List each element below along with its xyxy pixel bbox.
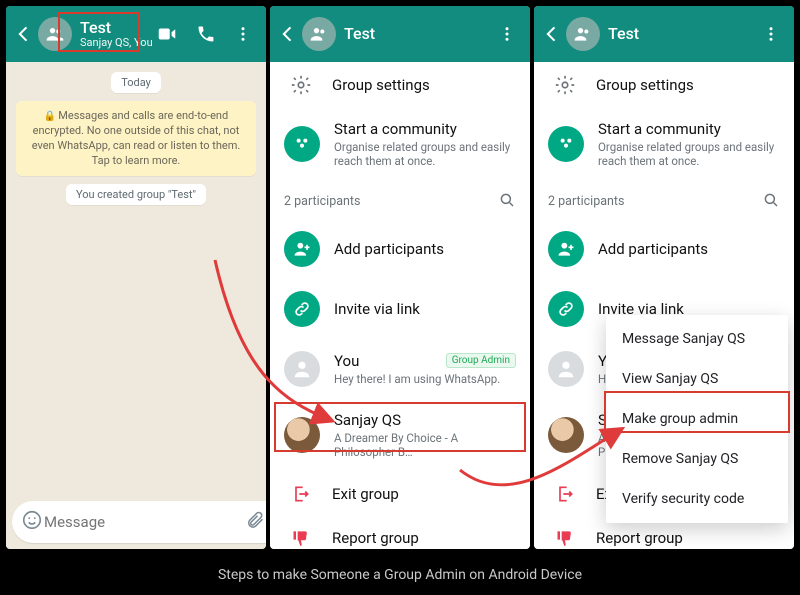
info-topbar: Test <box>270 6 530 62</box>
participants-count: 2 participants <box>284 194 360 209</box>
community-icon <box>548 126 584 162</box>
more-icon[interactable] <box>762 25 780 43</box>
start-community-row[interactable]: Start a community Organise related group… <box>534 108 794 181</box>
group-settings-row[interactable]: Group settings <box>534 62 794 108</box>
report-group-row[interactable]: Report group <box>270 516 530 550</box>
participant-sanjay-row[interactable]: Sanjay QS A Dreamer By Choice - A Philos… <box>270 399 530 472</box>
chat-title-tap-area[interactable]: Test Sanjay QS, You <box>80 19 156 49</box>
attach-icon[interactable] <box>243 510 266 534</box>
add-person-icon <box>284 231 320 267</box>
admin-badge: Group Admin <box>446 353 516 368</box>
add-person-icon <box>548 231 584 267</box>
back-icon[interactable] <box>14 24 34 44</box>
chat-subtitle: Sanjay QS, You <box>80 37 156 49</box>
avatar-placeholder-icon <box>284 351 320 387</box>
menu-view[interactable]: View Sanjay QS <box>606 359 788 399</box>
search-participants-icon[interactable] <box>762 191 780 213</box>
group-info-screen-menu: Test Group settings Start a commun <box>534 6 794 549</box>
more-icon[interactable] <box>498 25 516 43</box>
invite-link-row[interactable]: Invite via link <box>270 279 530 339</box>
menu-remove[interactable]: Remove Sanjay QS <box>606 439 788 479</box>
menu-verify[interactable]: Verify security code <box>606 479 788 519</box>
add-participants-row[interactable]: Add participants <box>270 219 530 279</box>
thumbs-down-icon <box>284 528 318 548</box>
exit-group-row[interactable]: Exit group <box>270 472 530 516</box>
group-avatar-icon[interactable] <box>566 17 600 51</box>
community-icon <box>284 126 320 162</box>
group-avatar-icon[interactable] <box>38 17 72 51</box>
chat-topbar: Test Sanjay QS, You <box>6 6 266 62</box>
back-icon[interactable] <box>542 24 562 44</box>
composer: ₹ <box>6 495 266 549</box>
voice-call-icon[interactable] <box>196 24 216 44</box>
caption: Steps to make Someone a Group Admin on A… <box>0 555 800 595</box>
gear-icon <box>284 74 318 96</box>
avatar-placeholder-icon <box>548 351 584 387</box>
participant-you-row[interactable]: You Group Admin Hey there! I am using Wh… <box>270 339 530 399</box>
more-icon[interactable] <box>234 25 252 43</box>
group-settings-row[interactable]: Group settings <box>270 62 530 108</box>
chat-title: Test <box>80 19 156 37</box>
lock-icon: 🔒 <box>44 111 56 122</box>
link-icon <box>284 291 320 327</box>
back-icon[interactable] <box>278 24 298 44</box>
avatar <box>284 417 320 453</box>
emoji-icon[interactable] <box>20 509 44 535</box>
gear-icon <box>548 74 582 96</box>
group-avatar-icon[interactable] <box>302 17 336 51</box>
chat-body: Today 🔒Messages and calls are end-to-end… <box>6 62 266 495</box>
date-pill: Today <box>111 72 161 93</box>
exit-icon <box>548 484 582 504</box>
start-community-row[interactable]: Start a community Organise related group… <box>270 108 530 181</box>
message-input[interactable] <box>44 513 243 531</box>
group-info-screen: Test Group settings Start a <box>270 6 530 549</box>
thumbs-down-icon <box>548 528 582 548</box>
chat-screen: Test Sanjay QS, You Today 🔒Messages and … <box>6 6 266 549</box>
participant-context-menu: Message Sanjay QS View Sanjay QS Make gr… <box>606 315 788 523</box>
exit-icon <box>284 484 318 504</box>
encryption-notice[interactable]: 🔒Messages and calls are end-to-end encry… <box>16 101 256 176</box>
add-participants-row[interactable]: Add participants <box>534 219 794 279</box>
avatar <box>548 417 584 453</box>
system-message: You created group "Test" <box>66 184 206 205</box>
menu-message[interactable]: Message Sanjay QS <box>606 319 788 359</box>
message-input-container[interactable]: ₹ <box>12 501 266 543</box>
menu-make-admin[interactable]: Make group admin <box>606 399 788 439</box>
info-title: Test <box>344 25 498 43</box>
video-call-icon[interactable] <box>156 23 178 45</box>
link-icon <box>548 291 584 327</box>
search-participants-icon[interactable] <box>498 191 516 213</box>
info-topbar: Test <box>534 6 794 62</box>
